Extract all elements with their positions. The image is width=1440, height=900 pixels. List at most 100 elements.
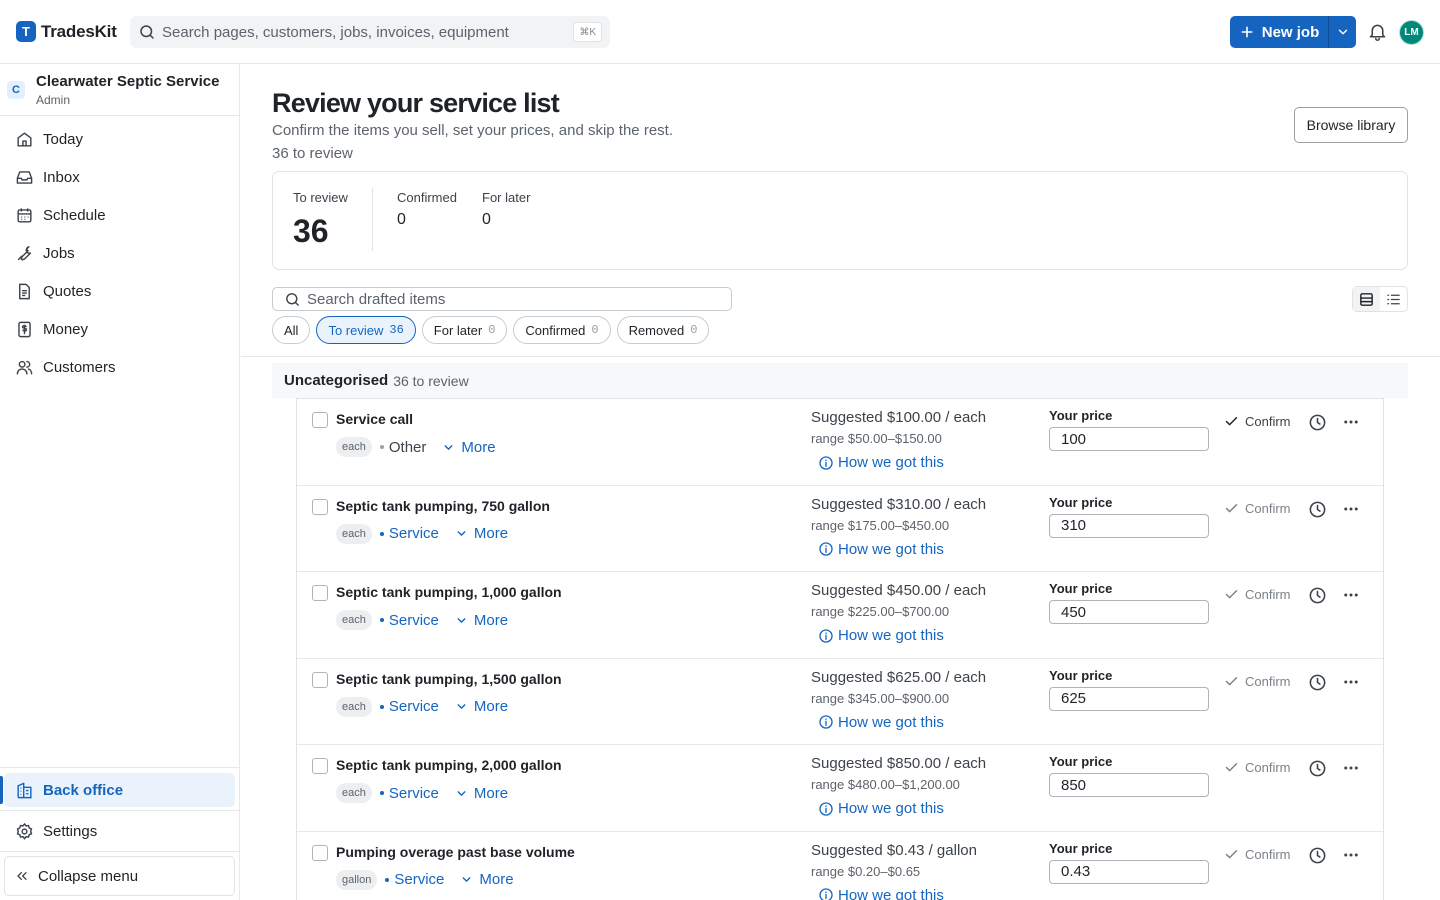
sidebar-item-settings[interactable]: Settings (4, 814, 235, 848)
category-tag[interactable]: Service (385, 871, 444, 888)
app-logo[interactable]: T TradesKit (16, 21, 117, 42)
sidebar-item-quotes[interactable]: Quotes (4, 274, 235, 308)
filter-chip-to-review[interactable]: To review 36 (316, 316, 416, 344)
new-job-button[interactable]: New job (1230, 16, 1329, 48)
ellipsis-icon (1342, 500, 1360, 518)
confirm-button[interactable]: Confirm (1224, 760, 1291, 775)
how-we-got-this-link[interactable]: How we got this (818, 887, 944, 900)
sidebar-item-label: Jobs (43, 244, 75, 262)
more-toggle[interactable]: More (455, 612, 508, 629)
collapse-menu-label: Collapse menu (38, 867, 139, 885)
save-for-later-button[interactable] (1308, 759, 1327, 778)
more-toggle[interactable]: More (442, 438, 496, 456)
notifications-button[interactable] (1367, 21, 1388, 42)
sidebar-item-customers[interactable]: Customers (4, 350, 235, 384)
filter-chip-confirmed[interactable]: Confirmed 0 (513, 316, 611, 344)
confirm-button[interactable]: Confirm (1224, 587, 1291, 602)
browse-library-button[interactable]: Browse library (1294, 107, 1408, 143)
how-we-got-this-link[interactable]: How we got this (818, 627, 944, 644)
sidebar-item-today[interactable]: Today (4, 122, 235, 156)
how-we-got-this-link[interactable]: How we got this (818, 714, 944, 731)
sidebar-item-back-office[interactable]: Back office (4, 773, 235, 807)
filter-chip-removed[interactable]: Removed 0 (616, 316, 710, 344)
home-icon (14, 129, 34, 149)
global-search-input[interactable] (162, 23, 562, 41)
category-tag[interactable]: Service (379, 698, 439, 715)
your-price-input[interactable] (1049, 859, 1209, 884)
list-search-input[interactable] (307, 290, 707, 308)
more-toggle[interactable]: More (455, 698, 508, 715)
chip-count: 0 (488, 323, 496, 337)
more-toggle[interactable]: More (460, 871, 514, 888)
row-menu-button[interactable] (1342, 759, 1360, 777)
more-toggle[interactable]: More (455, 785, 508, 802)
category-tag[interactable]: Other (379, 439, 426, 456)
sidebar-item-label: Inbox (43, 168, 80, 186)
how-we-got-this-link[interactable]: How we got this (818, 541, 944, 558)
row-menu-button[interactable] (1342, 413, 1360, 431)
row-checkbox[interactable] (312, 498, 328, 515)
card-view-button[interactable] (1353, 287, 1380, 311)
category-tag[interactable]: Service (379, 784, 439, 802)
chevron-down-icon (460, 873, 473, 886)
confirm-button[interactable]: Confirm (1224, 847, 1291, 862)
plus-icon (1239, 24, 1255, 40)
list-view-button[interactable] (1380, 287, 1407, 311)
service-item-row: Service call each Other More Suggested $… (297, 399, 1383, 486)
row-checkbox[interactable] (312, 758, 328, 775)
your-price-input[interactable] (1049, 427, 1209, 451)
gear-icon (14, 821, 34, 841)
chip-label: For later (433, 322, 483, 338)
collapse-menu-button[interactable]: Collapse menu (4, 856, 235, 896)
sidebar-item-label: Money (43, 320, 89, 338)
row-menu-button[interactable] (1342, 673, 1360, 691)
your-price-input[interactable] (1049, 513, 1209, 538)
new-job-dropdown-button[interactable] (1329, 16, 1356, 48)
save-for-later-button[interactable] (1308, 413, 1327, 432)
group-header: Uncategorised 36 to review (272, 363, 1408, 398)
confirm-button[interactable]: Confirm (1224, 674, 1291, 689)
sidebar-item-jobs[interactable]: Jobs (4, 236, 235, 270)
item-name: Septic tank pumping, 2,000 gallon (336, 757, 562, 774)
row-menu-button[interactable] (1342, 846, 1360, 864)
user-avatar[interactable]: LM (1399, 20, 1424, 45)
category-label: Service (388, 784, 439, 802)
your-price-input[interactable] (1049, 773, 1209, 798)
how-we-got-this-link[interactable]: How we got this (818, 454, 944, 471)
sidebar-item-schedule[interactable]: Schedule (4, 198, 235, 232)
category-tag[interactable]: Service (379, 525, 439, 542)
sidebar-item-money[interactable]: Money (4, 312, 235, 346)
row-checkbox[interactable] (312, 844, 328, 861)
save-for-later-button[interactable] (1308, 846, 1327, 865)
stat-for-later-label: For later (482, 190, 531, 205)
ellipsis-icon (1342, 586, 1360, 604)
row-checkbox[interactable] (312, 585, 328, 602)
more-toggle[interactable]: More (455, 525, 508, 542)
row-menu-button[interactable] (1342, 500, 1360, 518)
org-switcher[interactable]: C Clearwater Septic Service Admin (0, 64, 239, 116)
filter-chip-for-later[interactable]: For later 0 (421, 316, 508, 344)
confirm-button[interactable]: Confirm (1224, 501, 1291, 516)
confirm-label: Confirm (1245, 760, 1291, 776)
save-for-later-button[interactable] (1308, 586, 1327, 605)
check-icon (1224, 760, 1239, 775)
row-checkbox[interactable] (312, 412, 328, 428)
save-for-later-button[interactable] (1308, 673, 1327, 692)
new-job-label: New job (1261, 23, 1320, 41)
check-icon (1224, 847, 1239, 862)
your-price-input[interactable] (1049, 686, 1209, 711)
row-checkbox[interactable] (312, 671, 328, 688)
category-tag[interactable]: Service (379, 612, 439, 629)
group-count: 36 to review (393, 372, 469, 389)
your-price-label: Your price (1049, 754, 1113, 770)
save-for-later-button[interactable] (1308, 500, 1327, 519)
info-icon (818, 628, 834, 644)
confirm-label: Confirm (1245, 587, 1291, 603)
sidebar-item-inbox[interactable]: Inbox (4, 160, 235, 194)
more-label: More (461, 438, 496, 456)
filter-chip-all[interactable]: All (272, 316, 311, 344)
row-menu-button[interactable] (1342, 586, 1360, 604)
your-price-input[interactable] (1049, 600, 1209, 625)
confirm-button[interactable]: Confirm (1224, 414, 1291, 429)
how-we-got-this-link[interactable]: How we got this (818, 800, 944, 817)
